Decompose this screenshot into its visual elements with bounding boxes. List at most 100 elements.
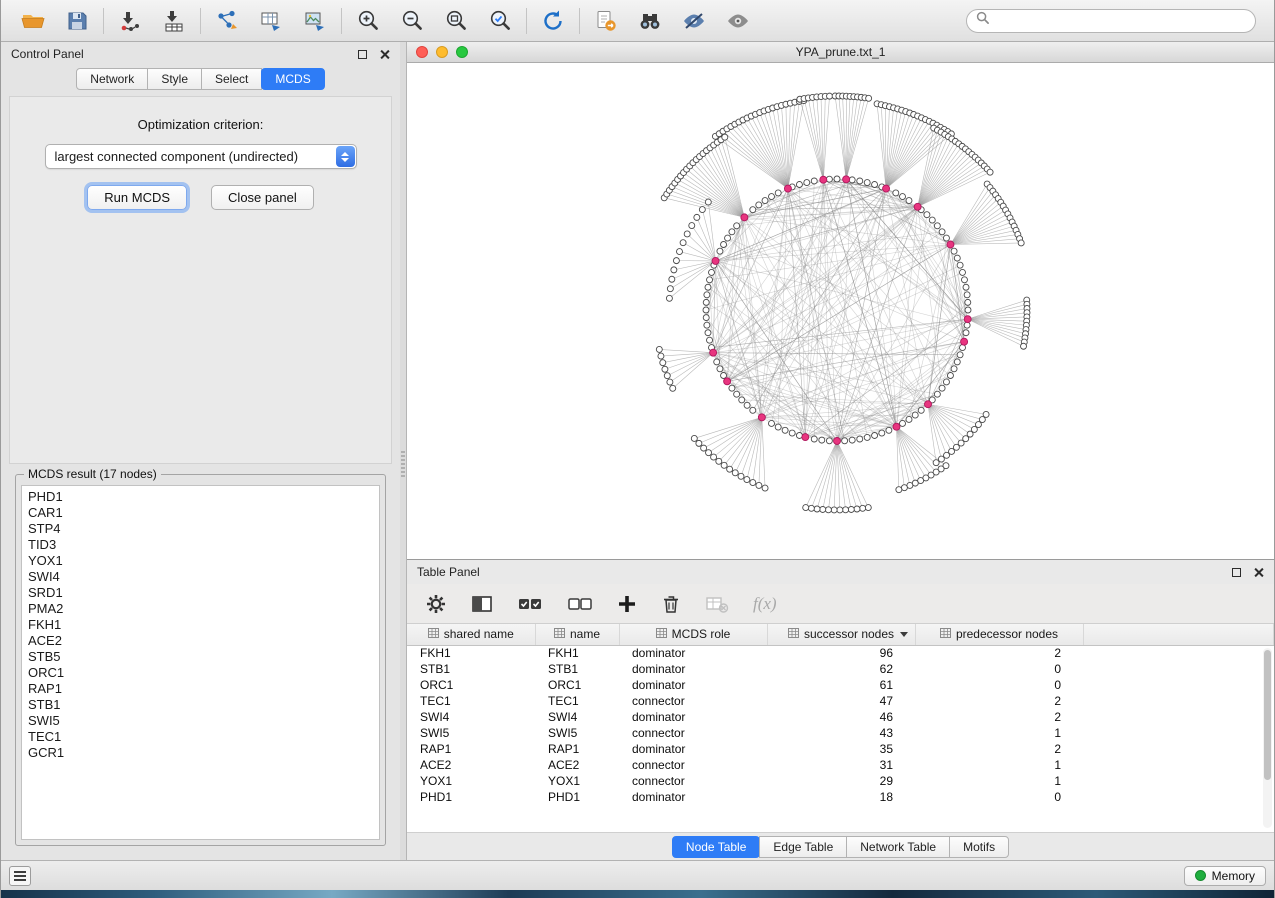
- zoom-out-icon[interactable]: [390, 4, 434, 38]
- table-cell[interactable]: connector: [619, 725, 767, 741]
- table-cell[interactable]: ORC1: [535, 677, 619, 693]
- table-cell[interactable]: FKH1: [535, 645, 619, 661]
- mcds-node-item[interactable]: STB5: [28, 649, 373, 665]
- table-cell[interactable]: FKH1: [407, 645, 535, 661]
- maximize-window-icon[interactable]: [456, 46, 468, 58]
- table-cell[interactable]: YOX1: [407, 773, 535, 789]
- column-header-name[interactable]: name: [535, 624, 619, 645]
- search-binoculars-icon[interactable]: [628, 4, 672, 38]
- zoom-in-icon[interactable]: [346, 4, 390, 38]
- column-header-shared-name[interactable]: shared name: [407, 624, 535, 645]
- table-cell[interactable]: ORC1: [407, 677, 535, 693]
- network-window-titlebar[interactable]: YPA_prune.txt_1: [407, 42, 1274, 63]
- tab-select[interactable]: Select: [201, 68, 262, 90]
- mcds-node-item[interactable]: PMA2: [28, 601, 373, 617]
- network-canvas[interactable]: [407, 63, 1274, 559]
- close-panel-icon[interactable]: [379, 49, 390, 60]
- table-cell[interactable]: 18: [767, 789, 915, 805]
- table-cell[interactable]: RAP1: [535, 741, 619, 757]
- show-columns-icon[interactable]: [471, 594, 493, 614]
- table-cell[interactable]: SWI5: [407, 725, 535, 741]
- search-input[interactable]: [995, 14, 1246, 28]
- table-cell[interactable]: 29: [767, 773, 915, 789]
- tab-network-table[interactable]: Network Table: [846, 836, 950, 858]
- show-all-icon[interactable]: [716, 4, 760, 38]
- table-row[interactable]: YOX1YOX1connector291: [407, 773, 1274, 789]
- mcds-node-item[interactable]: STP4: [28, 521, 373, 537]
- table-cell[interactable]: 31: [767, 757, 915, 773]
- table-scrollbar[interactable]: [1263, 648, 1272, 828]
- table-cell[interactable]: ACE2: [535, 757, 619, 773]
- table-cell[interactable]: YOX1: [535, 773, 619, 789]
- table-cell[interactable]: 96: [767, 645, 915, 661]
- table-cell[interactable]: dominator: [619, 677, 767, 693]
- mcds-node-item[interactable]: TEC1: [28, 729, 373, 745]
- mcds-node-item[interactable]: FKH1: [28, 617, 373, 633]
- table-cell[interactable]: dominator: [619, 741, 767, 757]
- table-cell[interactable]: PHD1: [535, 789, 619, 805]
- mcds-node-item[interactable]: GCR1: [28, 745, 373, 761]
- import-table-icon[interactable]: [152, 4, 196, 38]
- table-cell[interactable]: dominator: [619, 789, 767, 805]
- table-cell[interactable]: 62: [767, 661, 915, 677]
- table-cell[interactable]: connector: [619, 773, 767, 789]
- scrollbar-thumb[interactable]: [1264, 650, 1271, 780]
- float-panel-icon[interactable]: [358, 50, 367, 59]
- search-box[interactable]: [966, 9, 1256, 33]
- tab-mcds[interactable]: MCDS: [261, 68, 324, 90]
- save-icon[interactable]: [55, 4, 99, 38]
- table-row[interactable]: ORC1ORC1dominator610: [407, 677, 1274, 693]
- table-cell[interactable]: 1: [915, 757, 1083, 773]
- table-cell[interactable]: 43: [767, 725, 915, 741]
- tab-style[interactable]: Style: [147, 68, 202, 90]
- close-window-icon[interactable]: [416, 46, 428, 58]
- table-cell[interactable]: dominator: [619, 645, 767, 661]
- table-cell[interactable]: 61: [767, 677, 915, 693]
- column-header-successor-nodes[interactable]: successor nodes: [767, 624, 915, 645]
- tab-node-table[interactable]: Node Table: [672, 836, 761, 858]
- table-row[interactable]: SWI4SWI4dominator462: [407, 709, 1274, 725]
- table-row[interactable]: RAP1RAP1dominator352: [407, 741, 1274, 757]
- table-cell[interactable]: 0: [915, 789, 1083, 805]
- hide-selection-icon[interactable]: [672, 4, 716, 38]
- mcds-node-item[interactable]: TID3: [28, 537, 373, 553]
- table-row[interactable]: STB1STB1dominator620: [407, 661, 1274, 677]
- table-cell[interactable]: 35: [767, 741, 915, 757]
- table-cell[interactable]: 0: [915, 677, 1083, 693]
- column-header-predecessor-nodes[interactable]: predecessor nodes: [915, 624, 1083, 645]
- close-table-panel-icon[interactable]: [1253, 567, 1264, 578]
- table-row[interactable]: FKH1FKH1dominator962: [407, 645, 1274, 661]
- mcds-node-item[interactable]: STB1: [28, 697, 373, 713]
- table-cell[interactable]: 2: [915, 645, 1083, 661]
- mcds-node-item[interactable]: YOX1: [28, 553, 373, 569]
- tab-edge-table[interactable]: Edge Table: [759, 836, 847, 858]
- table-cell[interactable]: TEC1: [535, 693, 619, 709]
- table-cell[interactable]: SWI4: [407, 709, 535, 725]
- table-cell[interactable]: connector: [619, 757, 767, 773]
- column-header-MCDS-role[interactable]: MCDS role: [619, 624, 767, 645]
- tab-network[interactable]: Network: [76, 68, 148, 90]
- open-folder-icon[interactable]: [11, 4, 55, 38]
- export-image-icon[interactable]: [293, 4, 337, 38]
- table-row[interactable]: ACE2ACE2connector311: [407, 757, 1274, 773]
- table-cell[interactable]: 2: [915, 709, 1083, 725]
- table-cell[interactable]: TEC1: [407, 693, 535, 709]
- table-cell[interactable]: PHD1: [407, 789, 535, 805]
- mcds-node-item[interactable]: SRD1: [28, 585, 373, 601]
- float-table-panel-icon[interactable]: [1232, 568, 1241, 577]
- table-cell[interactable]: 47: [767, 693, 915, 709]
- table-cell[interactable]: STB1: [535, 661, 619, 677]
- mcds-node-item[interactable]: SWI4: [28, 569, 373, 585]
- table-cell[interactable]: ACE2: [407, 757, 535, 773]
- select-all-icon[interactable]: [517, 594, 543, 614]
- table-cell[interactable]: 0: [915, 661, 1083, 677]
- mcds-node-item[interactable]: SWI5: [28, 713, 373, 729]
- mcds-node-item[interactable]: RAP1: [28, 681, 373, 697]
- table-cell[interactable]: connector: [619, 693, 767, 709]
- add-column-icon[interactable]: [617, 594, 637, 614]
- import-network-icon[interactable]: [108, 4, 152, 38]
- export-network-icon[interactable]: [205, 4, 249, 38]
- minimize-window-icon[interactable]: [436, 46, 448, 58]
- table-row[interactable]: TEC1TEC1connector472: [407, 693, 1274, 709]
- share-document-icon[interactable]: [584, 4, 628, 38]
